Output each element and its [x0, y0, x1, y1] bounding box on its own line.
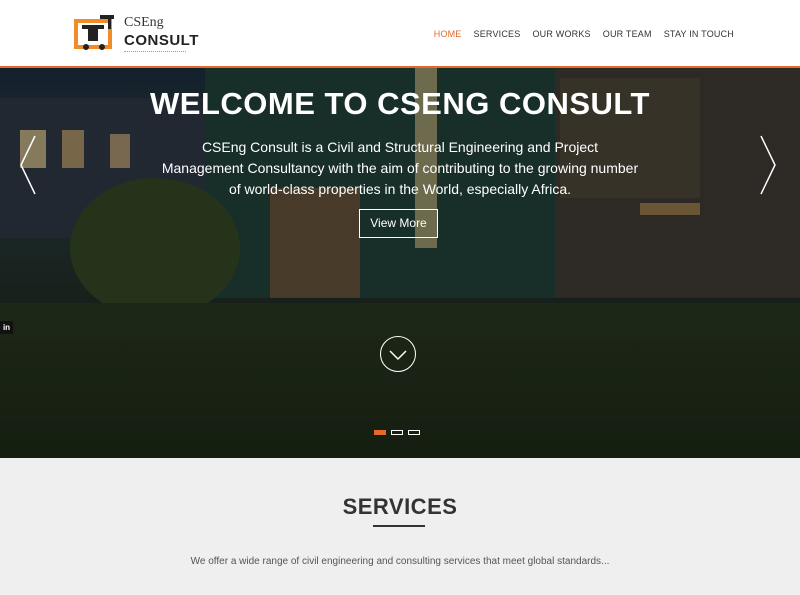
- slide-dot-1[interactable]: [374, 430, 386, 435]
- slide-dot-3[interactable]: [408, 430, 420, 435]
- nav-our-team[interactable]: OUR TEAM: [603, 29, 652, 39]
- view-more-button[interactable]: View More: [359, 209, 438, 238]
- slide-dot-2[interactable]: [391, 430, 403, 435]
- nav-home[interactable]: HOME: [434, 29, 462, 39]
- hero-title: WELCOME TO CSENG CONSULT: [150, 86, 650, 121]
- hero-overlay: [0, 68, 800, 458]
- slider-pagination: [374, 430, 420, 435]
- nav-services[interactable]: SERVICES: [474, 29, 521, 39]
- nav-our-works[interactable]: OUR WORKS: [532, 29, 590, 39]
- brand-main: CONSULT: [124, 32, 199, 49]
- services-section: SERVICES We offer a wide range of civil …: [0, 458, 800, 595]
- chevron-left-icon[interactable]: [18, 134, 38, 196]
- main-nav: HOME SERVICES OUR WORKS OUR TEAM STAY IN…: [434, 29, 734, 39]
- crane-logo-icon: [74, 15, 114, 50]
- hero-description: CSEng Consult is a Civil and Structural …: [161, 139, 639, 197]
- linkedin-icon[interactable]: in: [0, 321, 13, 334]
- services-title: SERVICES: [342, 494, 458, 519]
- site-header: CSEng CONSULT HOME SERVICES OUR WORKS OU…: [0, 0, 800, 68]
- chevron-down-icon: [389, 350, 407, 361]
- nav-stay-in-touch[interactable]: STAY IN TOUCH: [664, 29, 734, 39]
- brand-top: CSEng: [124, 15, 164, 30]
- hero-slider: WELCOME TO CSENG CONSULT CSEng Consult i…: [0, 68, 800, 458]
- brand-logo[interactable]: CSEng CONSULT: [72, 13, 198, 57]
- services-description: We offer a wide range of civil engineeri…: [190, 556, 610, 567]
- scroll-down-button[interactable]: [380, 336, 416, 372]
- brand-tagline-rule: [124, 51, 186, 53]
- services-divider: [373, 525, 425, 527]
- chevron-right-icon[interactable]: [758, 134, 778, 196]
